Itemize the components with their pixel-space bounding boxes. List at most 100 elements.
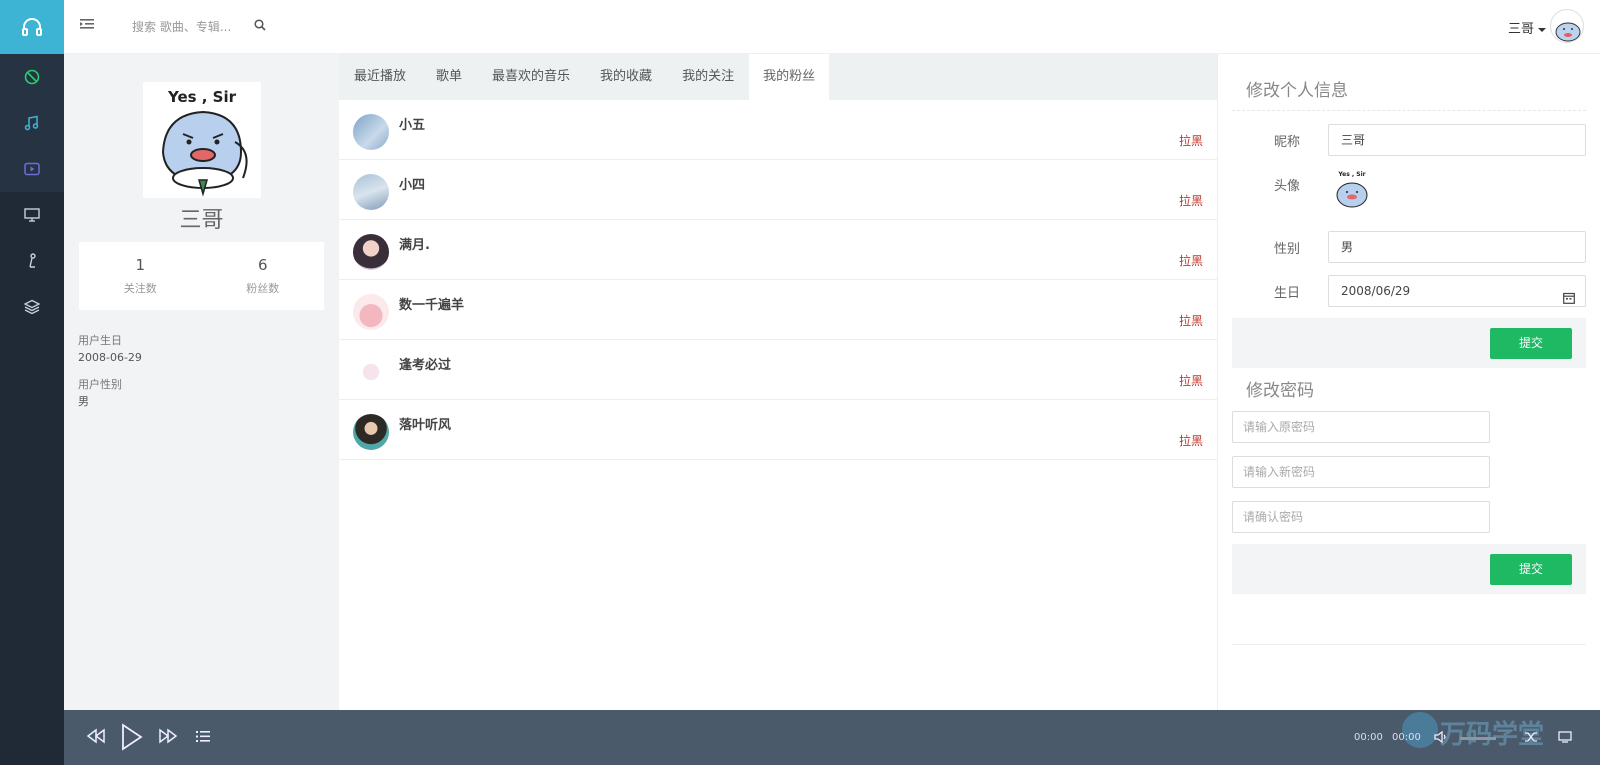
fan-name[interactable]: 数一千遍羊	[399, 294, 464, 313]
new-password-field[interactable]: 请输入新密码	[1232, 456, 1490, 488]
list-item[interactable]: 落叶听风 拉黑	[339, 400, 1217, 460]
disc-icon	[24, 69, 40, 85]
gender-label: 性别	[1274, 242, 1301, 257]
next-icon[interactable]	[158, 728, 178, 748]
list-item[interactable]: 小四 拉黑	[339, 160, 1217, 220]
profile-panel: Yes , Sir 三哥 1 关注数 6 粉丝数 用户生日 2008-06-29…	[64, 54, 339, 710]
sticker-text: Yes , Sir	[167, 88, 237, 106]
playlist-icon[interactable]	[196, 731, 210, 746]
menu-toggle-icon[interactable]	[80, 18, 94, 34]
birthday-value: 2008-06-29	[78, 351, 142, 364]
avatar[interactable]	[353, 174, 389, 210]
avatar-upload[interactable]: Yes , Sir	[1332, 169, 1372, 211]
avatar[interactable]	[1550, 9, 1584, 43]
nav-music[interactable]	[0, 100, 64, 146]
block-button[interactable]: 拉黑	[1179, 252, 1203, 269]
following-label: 关注数	[123, 282, 157, 295]
profile-name: 三哥	[179, 208, 224, 233]
block-button[interactable]: 拉黑	[1179, 192, 1203, 209]
avatar[interactable]	[353, 414, 389, 450]
following-count: 1	[135, 256, 146, 274]
divider	[1232, 644, 1586, 645]
block-button[interactable]: 拉黑	[1179, 372, 1203, 389]
headphones-icon	[22, 18, 42, 36]
nav-video[interactable]	[0, 146, 64, 192]
birthday-label: 用户生日	[78, 334, 122, 347]
search-input[interactable]: 搜索 歌曲、专辑...	[132, 18, 272, 35]
list-item[interactable]: 小五 拉黑	[339, 100, 1217, 160]
music-note-icon	[24, 115, 39, 131]
monitor-icon	[24, 208, 40, 222]
gender-field[interactable]: 男	[1328, 231, 1586, 263]
shuffle-icon[interactable]	[1524, 731, 1538, 747]
tab-fans[interactable]: 我的粉丝	[749, 54, 830, 100]
nickname-label: 昵称	[1274, 135, 1301, 150]
search-icon[interactable]	[254, 19, 266, 35]
birthday-field[interactable]: 2008/06/29	[1328, 275, 1586, 307]
tab-recent[interactable]: 最近播放	[339, 54, 421, 100]
old-password-field[interactable]: 请输入原密码	[1232, 411, 1490, 443]
layers-icon	[24, 299, 40, 315]
volume-icon[interactable]	[1434, 730, 1448, 747]
password-section-title: 修改密码	[1246, 381, 1314, 401]
previous-icon[interactable]	[86, 728, 106, 748]
main-content: 最近播放 歌单 最喜欢的音乐 我的收藏 我的关注 我的粉丝 小五 拉黑 小四 拉…	[339, 54, 1218, 710]
fan-name[interactable]: 小四	[399, 174, 425, 193]
nav-singer[interactable]	[0, 238, 64, 284]
top-bar: 搜索 歌曲、专辑... 三哥	[64, 0, 1600, 54]
video-icon	[24, 162, 40, 176]
fan-name[interactable]: 落叶听风	[399, 414, 451, 433]
volume-slider[interactable]	[1460, 737, 1496, 740]
avatar[interactable]	[353, 114, 389, 150]
avatar[interactable]	[353, 234, 389, 270]
fan-name[interactable]: 满月.	[399, 234, 430, 253]
tab-following[interactable]: 我的关注	[667, 54, 749, 100]
logo[interactable]	[0, 0, 64, 54]
info-section-title: 修改个人信息	[1246, 81, 1348, 101]
mic-icon	[29, 253, 36, 268]
birthday-value: 2008/06/29	[1341, 284, 1411, 298]
confirm-password-field[interactable]: 请确认密码	[1232, 501, 1490, 533]
user-name: 三哥	[1507, 22, 1534, 37]
block-button[interactable]: 拉黑	[1179, 132, 1203, 149]
gender-value: 男	[78, 395, 89, 408]
list-item[interactable]: 满月. 拉黑	[339, 220, 1217, 280]
list-item[interactable]: 数一千遍羊 拉黑	[339, 280, 1217, 340]
tab-collections[interactable]: 我的收藏	[585, 54, 667, 100]
avatar-label: 头像	[1274, 179, 1301, 194]
tab-playlists[interactable]: 歌单	[421, 54, 477, 100]
nav-mv[interactable]	[0, 192, 64, 238]
caret-down-icon	[1538, 27, 1546, 32]
player-bar: 万码学堂 00:00 00:00	[64, 710, 1600, 765]
divider	[1232, 110, 1586, 111]
fan-name[interactable]: 小五	[399, 114, 425, 133]
current-time: 00:00	[1354, 732, 1383, 743]
avatar[interactable]	[353, 354, 389, 390]
gender-label: 用户性别	[78, 378, 122, 391]
fans-stat[interactable]: 6 粉丝数	[202, 242, 325, 310]
tab-bar: 最近播放 歌单 最喜欢的音乐 我的收藏 我的关注 我的粉丝	[339, 54, 1217, 100]
lyrics-icon[interactable]	[1558, 731, 1572, 747]
fan-name[interactable]: 逢考必过	[399, 354, 451, 373]
tab-favorite-music[interactable]: 最喜欢的音乐	[477, 54, 585, 100]
profile-info: 用户生日 2008-06-29 用户性别 男	[78, 332, 142, 420]
submit-info-button[interactable]: 提交	[1490, 328, 1572, 359]
block-button[interactable]: 拉黑	[1179, 432, 1203, 449]
duration: 00:00	[1392, 732, 1421, 743]
profile-picture: Yes , Sir	[143, 82, 261, 198]
user-menu[interactable]: 三哥	[1508, 18, 1546, 37]
nickname-field[interactable]: 三哥	[1328, 124, 1586, 156]
following-stat[interactable]: 1 关注数	[79, 242, 202, 310]
list-item[interactable]: 逢考必过 拉黑	[339, 340, 1217, 400]
birthday-label: 生日	[1274, 286, 1301, 301]
profile-stats: 1 关注数 6 粉丝数	[79, 242, 324, 310]
settings-panel: 修改个人信息 昵称 三哥 头像 Yes , Sir 性别 男 生日 2008/0…	[1218, 54, 1600, 710]
calendar-icon[interactable]	[1563, 285, 1575, 315]
submit-password-button[interactable]: 提交	[1490, 554, 1572, 585]
nav-discover[interactable]	[0, 54, 64, 100]
fans-label: 粉丝数	[246, 282, 280, 295]
play-icon[interactable]	[120, 723, 144, 755]
avatar[interactable]	[353, 294, 389, 330]
block-button[interactable]: 拉黑	[1179, 312, 1203, 329]
nav-playlist[interactable]	[0, 284, 64, 330]
